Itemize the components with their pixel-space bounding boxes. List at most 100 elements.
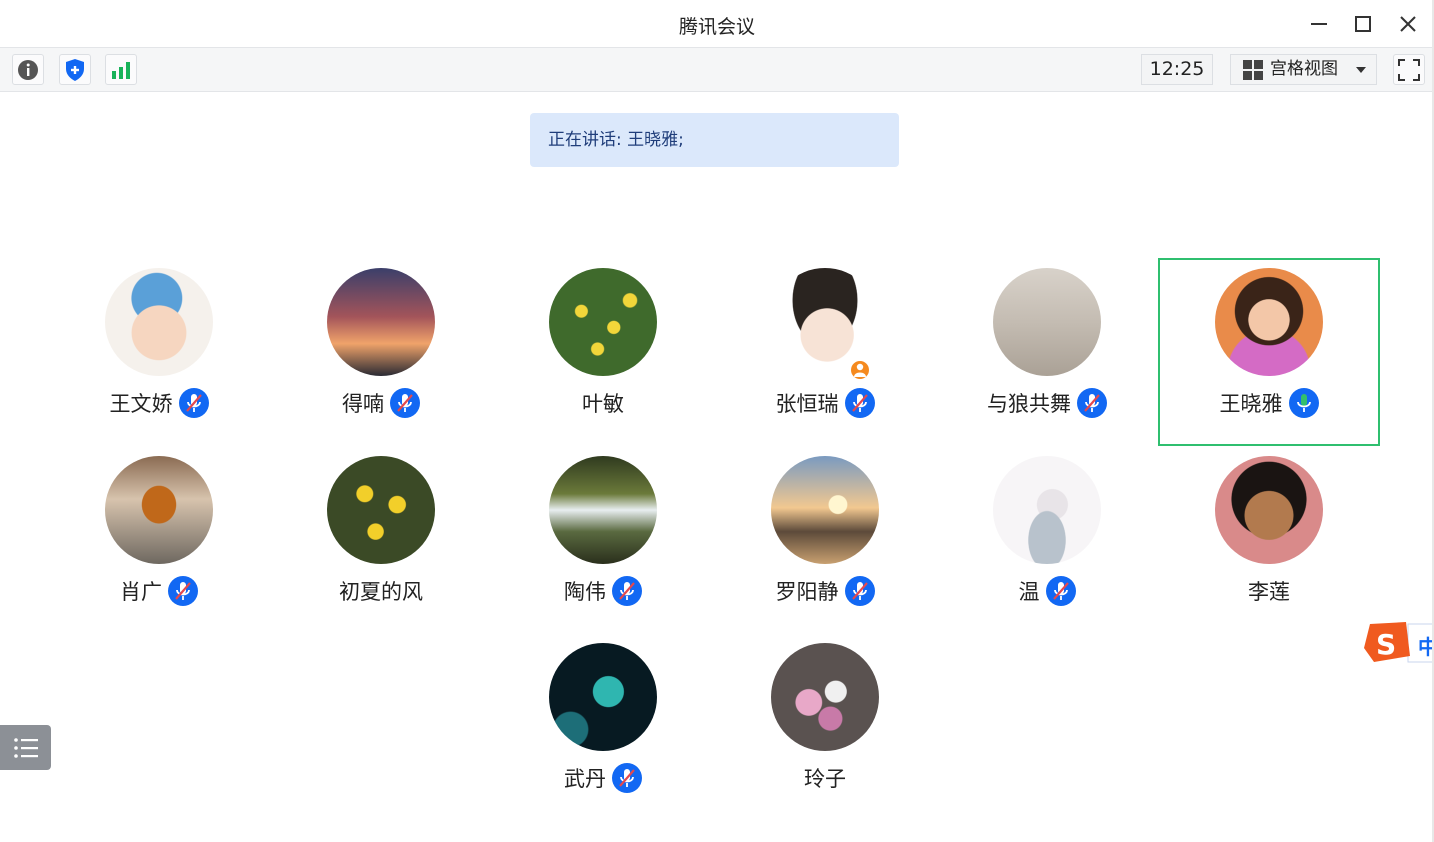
list-icon [13,737,38,758]
participant-name: 叶敏 [582,392,624,416]
mic-muted-icon [851,394,868,412]
mic-muted-indicator [390,388,420,418]
mic-speaking-indicator [1288,388,1319,418]
avatar [549,268,657,376]
avatar [549,456,657,564]
info-button[interactable] [12,54,44,85]
participant-name: 温 [1018,580,1040,604]
participant-name-row: 与狼共舞 [936,388,1158,418]
maximize-button[interactable] [1349,10,1377,38]
participant-tile[interactable]: 与狼共舞 [936,258,1158,446]
participant-name: 得喃 [342,392,384,416]
avatar [327,268,435,376]
participant-name-row: 初夏的风 [270,576,492,606]
fullscreen-button[interactable] [1393,54,1425,85]
mic-muted-indicator [1077,388,1107,418]
avatar [105,456,213,564]
participant-name-row: 陶伟 [492,576,714,606]
maximize-icon [1355,16,1371,32]
participant-name-row: 李莲 [1158,576,1380,606]
participant-name: 罗阳静 [775,580,839,604]
participant-tile[interactable]: 王晓雅 [1158,258,1380,446]
participant-name-row: 王晓雅 [1158,388,1380,418]
mic-muted-indicator [844,388,875,418]
participant-tile[interactable]: 张恒瑞 [714,258,936,446]
view-mode-select[interactable]: 宫格视图 [1230,54,1377,85]
participant-tile[interactable]: 叶敏 [492,258,714,446]
mic-muted-indicator [168,576,198,606]
participant-name-row: 肖广 [48,576,270,606]
participant-name: 张恒瑞 [775,392,839,416]
mic-muted-icon [619,769,635,787]
ime-toolbar[interactable]: S 中 [1362,620,1434,664]
participant-name: 王晓雅 [1219,392,1283,416]
participant-name-row: 玲子 [714,763,936,793]
mic-muted-icon [397,394,413,412]
avatar [327,456,435,564]
mic-muted-indicator [1045,576,1076,606]
participant-name: 王文娇 [109,392,173,416]
participant-tile[interactable]: 武丹 [492,633,714,821]
participant-name: 玲子 [804,767,846,791]
minimize-button[interactable] [1305,10,1333,38]
minimize-icon [1311,23,1327,25]
close-button[interactable] [1394,10,1422,38]
mic-muted-indicator [612,763,642,793]
avatar [1215,268,1323,376]
host-badge-icon [849,359,871,381]
close-icon [1400,16,1416,32]
participant-name: 与狼共舞 [987,392,1071,416]
avatar [993,268,1101,376]
participant-name-row: 叶敏 [492,388,714,418]
meeting-clock: 12:25 [1141,54,1213,85]
participant-tile[interactable]: 玲子 [714,633,936,821]
avatar [771,643,879,751]
avatar [1215,456,1323,564]
participant-tile[interactable]: 李莲 [1158,446,1380,634]
network-signal-button[interactable] [105,54,137,85]
svg-text:S: S [1376,628,1396,661]
mic-muted-indicator [612,576,642,606]
participant-name-row: 温 [936,576,1158,606]
participant-name: 李莲 [1248,580,1290,604]
title-bar: 腾讯会议 [0,0,1434,48]
participant-name-row: 罗阳静 [714,576,936,606]
mic-muted-icon [175,582,191,600]
participant-tile[interactable]: 肖广 [48,446,270,634]
chevron-down-icon [1356,67,1366,73]
fullscreen-icon [1398,58,1420,81]
participant-tile[interactable]: 陶伟 [492,446,714,634]
view-mode-label: 宫格视图 [1270,59,1338,79]
speaking-banner: 正在讲话: 王晓雅; [530,113,899,167]
participant-name-row: 王文娇 [48,388,270,418]
participant-tile[interactable]: 初夏的风 [270,446,492,634]
participant-name-row: 得喃 [270,388,492,418]
mic-muted-icon [851,582,868,600]
grid-view-icon [1243,60,1263,80]
avatar [549,643,657,751]
participant-tile[interactable]: 温 [936,446,1158,634]
participant-name: 肖广 [120,580,162,604]
security-button[interactable] [59,54,91,85]
participant-tile[interactable]: 罗阳静 [714,446,936,634]
participant-list-toggle[interactable] [0,725,51,770]
window-title: 腾讯会议 [678,16,755,38]
participant-tile[interactable]: 得喃 [270,258,492,446]
participant-name: 初夏的风 [339,580,423,604]
participant-name: 陶伟 [564,580,606,604]
avatar [993,456,1101,564]
shield-icon [66,58,84,81]
participant-name: 武丹 [564,767,606,791]
mic-muted-icon [1052,582,1069,600]
mic-muted-icon [1084,394,1100,412]
participant-name-row: 张恒瑞 [714,388,936,418]
mic-muted-icon [619,582,635,600]
participant-name-row: 武丹 [492,763,714,793]
info-icon [18,59,38,80]
avatar [105,268,213,376]
mic-muted-indicator [844,576,875,606]
meeting-toolbar: 12:25 宫格视图 [0,48,1434,92]
participant-tile[interactable]: 王文娇 [48,258,270,446]
avatar [771,456,879,564]
mic-muted-icon [185,394,202,412]
